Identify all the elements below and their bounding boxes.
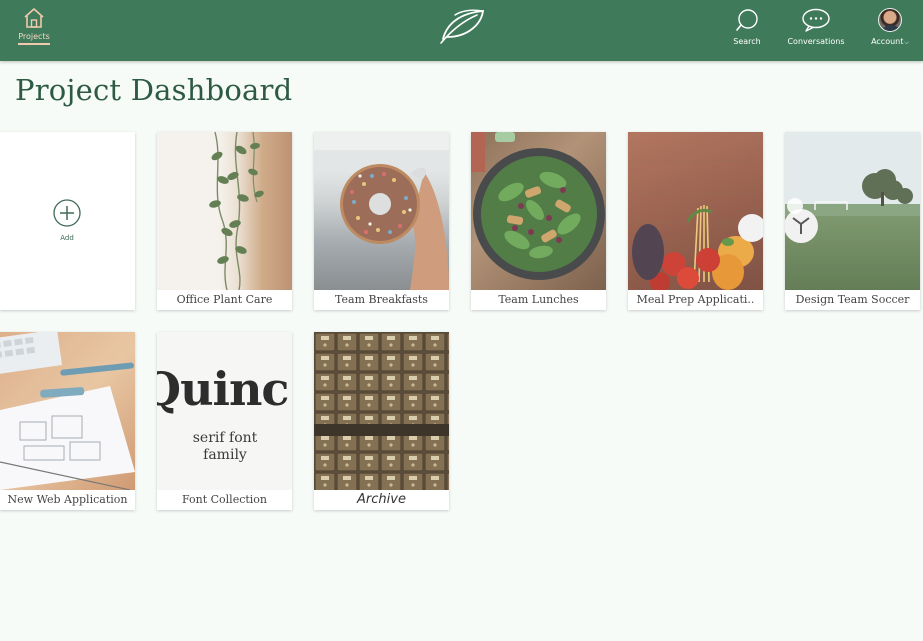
project-card-office-plant-care[interactable]: Office Plant Care [157, 132, 292, 310]
add-project-card[interactable]: Add [0, 132, 135, 310]
add-project-button[interactable]: Add [52, 198, 82, 242]
project-title: Team Breakfasts [335, 293, 428, 306]
project-title: Archive [357, 492, 406, 507]
font-sample-caption: serif font family [192, 430, 258, 463]
active-indicator [18, 43, 50, 45]
project-title: Design Team Soccer [795, 293, 910, 306]
leaf-logo-icon[interactable] [437, 5, 489, 45]
project-card-team-breakfasts[interactable]: Team Breakfasts [314, 132, 449, 310]
project-card-new-web-application[interactable]: New Web Application [0, 332, 135, 510]
nav-conversations-label: Conversations [787, 37, 845, 46]
project-title: Team Lunches [498, 293, 579, 306]
page-title: Project Dashboard [15, 73, 293, 107]
plant-photo [157, 132, 292, 290]
project-title: Font Collection [181, 493, 268, 506]
nav-projects-label: Projects [18, 32, 50, 41]
project-card-archive[interactable]: Archive [314, 332, 449, 510]
soccer-field-photo [785, 132, 920, 290]
plus-circle-icon [53, 199, 81, 227]
wireframe-sketch-photo [0, 332, 135, 490]
project-title: New Web Application [7, 493, 128, 506]
nav-account-label: Account⌵ [871, 37, 909, 46]
top-navigation-bar: Projects Search Conversations Account⌵ [0, 0, 923, 61]
home-icon [24, 8, 44, 28]
salad-photo [471, 132, 606, 290]
nav-search[interactable]: Search [732, 8, 762, 46]
vegetables-photo [628, 132, 763, 290]
nav-conversations[interactable]: Conversations [786, 8, 846, 46]
project-title: Meal Prep Applicati.. [636, 293, 755, 306]
donut-photo [314, 132, 449, 290]
project-title: Office Plant Care [176, 293, 273, 306]
card-catalog-photo [314, 332, 449, 490]
search-bubble-icon [736, 9, 758, 31]
font-sample-word: Quinc [157, 362, 289, 416]
add-label: Add [60, 234, 74, 242]
chevron-down-icon: ⌵ [904, 39, 909, 46]
project-card-team-lunches[interactable]: Team Lunches [471, 132, 606, 310]
chat-bubble-icon [802, 8, 830, 32]
font-sample: Quinc serif font family [157, 332, 292, 490]
nav-search-label: Search [733, 37, 761, 46]
project-card-meal-prep-application[interactable]: Meal Prep Applicati.. [628, 132, 763, 310]
project-card-design-team-soccer[interactable]: Design Team Soccer [785, 132, 920, 310]
nav-account[interactable]: Account⌵ [866, 8, 914, 47]
nav-projects[interactable]: Projects [14, 6, 54, 50]
project-card-font-collection[interactable]: Quinc serif font family Font Collection [157, 332, 292, 510]
avatar [878, 8, 902, 32]
